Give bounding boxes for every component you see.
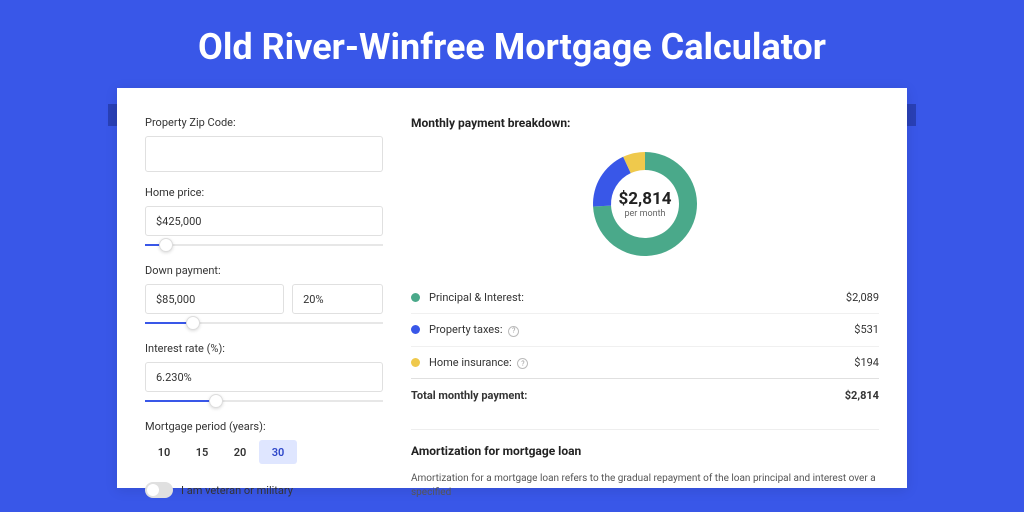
zip-label: Property Zip Code: bbox=[145, 116, 383, 129]
donut-center: $2,814 per month bbox=[585, 144, 705, 264]
down-payment-percent-input[interactable] bbox=[292, 284, 383, 314]
legend-value: $194 bbox=[854, 356, 879, 369]
amortization-desc: Amortization for a mortgage loan refers … bbox=[411, 472, 879, 500]
period-option-30[interactable]: 30 bbox=[259, 440, 297, 464]
help-icon[interactable]: ? bbox=[508, 326, 519, 337]
down-payment-slider[interactable] bbox=[145, 316, 383, 330]
amortization-title: Amortization for mortgage loan bbox=[411, 444, 879, 458]
zip-field: Property Zip Code: bbox=[145, 116, 383, 172]
slider-track bbox=[145, 244, 383, 246]
legend-row: Property taxes: ? $531 bbox=[411, 313, 879, 346]
slider-thumb[interactable] bbox=[186, 316, 200, 330]
total-value: $2,814 bbox=[845, 389, 879, 402]
legend-row: Principal & Interest: $2,089 bbox=[411, 282, 879, 313]
veteran-row: I am veteran or military bbox=[145, 482, 383, 498]
legend-label: Home insurance: ? bbox=[429, 356, 528, 370]
donut-chart: $2,814 per month bbox=[585, 144, 705, 264]
home-price-input[interactable] bbox=[145, 206, 383, 236]
donut-sublabel: per month bbox=[624, 209, 665, 219]
legend-dot bbox=[411, 358, 420, 367]
help-icon[interactable]: ? bbox=[517, 358, 528, 369]
total-label: Total monthly payment: bbox=[411, 389, 527, 402]
legend-list: Principal & Interest: $2,089 Property taxe… bbox=[411, 282, 879, 378]
inputs-column: Property Zip Code: Home price: Down paym… bbox=[145, 116, 383, 488]
period-options: 10152030 bbox=[145, 440, 383, 464]
interest-rate-slider[interactable] bbox=[145, 394, 383, 408]
interest-rate-label: Interest rate (%): bbox=[145, 342, 383, 355]
interest-rate-input[interactable] bbox=[145, 362, 383, 392]
period-option-10[interactable]: 10 bbox=[145, 440, 183, 464]
slider-fill bbox=[145, 400, 216, 402]
legend-dot bbox=[411, 293, 420, 302]
legend-value: $531 bbox=[854, 323, 879, 336]
veteran-toggle[interactable] bbox=[145, 482, 173, 498]
page-title: Old River-Winfree Mortgage Calculator bbox=[0, 0, 1024, 88]
interest-rate-field: Interest rate (%): bbox=[145, 342, 383, 392]
slider-thumb[interactable] bbox=[159, 238, 173, 252]
veteran-label: I am veteran or military bbox=[181, 484, 293, 497]
donut-chart-container: $2,814 per month bbox=[411, 144, 879, 264]
home-price-field: Home price: bbox=[145, 186, 383, 236]
breakdown-title: Monthly payment breakdown: bbox=[411, 116, 879, 130]
amortization-section: Amortization for mortgage loan Amortizat… bbox=[411, 429, 879, 500]
legend-label: Principal & Interest: bbox=[429, 291, 524, 304]
down-payment-amount-input[interactable] bbox=[145, 284, 284, 314]
period-option-20[interactable]: 20 bbox=[221, 440, 259, 464]
total-row: Total monthly payment: $2,814 bbox=[411, 378, 879, 411]
down-payment-label: Down payment: bbox=[145, 264, 383, 277]
down-payment-field: Down payment: bbox=[145, 264, 383, 314]
slider-thumb[interactable] bbox=[209, 394, 223, 408]
period-field: Mortgage period (years): 10152030 bbox=[145, 420, 383, 464]
legend-row: Home insurance: ? $194 bbox=[411, 346, 879, 379]
legend-value: $2,089 bbox=[846, 291, 879, 304]
calculator-card: Property Zip Code: Home price: Down paym… bbox=[117, 88, 907, 488]
period-label: Mortgage period (years): bbox=[145, 420, 383, 433]
home-price-slider[interactable] bbox=[145, 238, 383, 252]
breakdown-column: Monthly payment breakdown: $2,814 per mo… bbox=[411, 116, 879, 488]
legend-dot bbox=[411, 325, 420, 334]
home-price-label: Home price: bbox=[145, 186, 383, 199]
zip-input[interactable] bbox=[145, 136, 383, 172]
legend-label: Property taxes: ? bbox=[429, 323, 519, 337]
period-option-15[interactable]: 15 bbox=[183, 440, 221, 464]
donut-amount: $2,814 bbox=[619, 189, 672, 209]
